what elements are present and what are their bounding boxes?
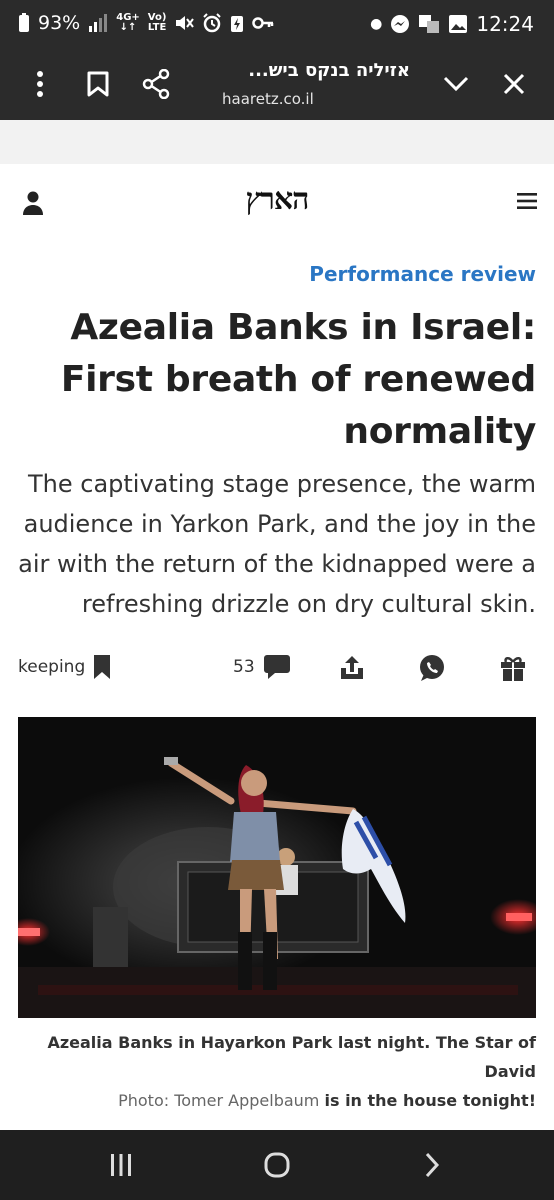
browser-toolbar: אזיליה בנקס ביש... haaretz.co.il (0, 50, 554, 120)
caption-text-line1: Azealia Banks in Hayarkon Park last nigh… (47, 1033, 536, 1081)
article-kicker[interactable]: Performance review (309, 262, 536, 286)
comment-icon (263, 655, 290, 679)
status-bar: 93% 4G+ ↓↑ Vo) LTE ● 12:24 (0, 0, 554, 50)
menu-button[interactable] (516, 192, 538, 214)
site-logo[interactable]: הארץ (227, 182, 327, 217)
user-icon (23, 191, 43, 215)
bookmark-icon (94, 655, 111, 679)
share-button[interactable] (136, 64, 176, 104)
volte-indicator: Vo) LTE (147, 12, 167, 33)
caption-text-line2: is in the house tonight! (324, 1091, 536, 1110)
article-photo[interactable] (18, 717, 536, 1018)
url-text[interactable]: haaretz.co.il (222, 90, 314, 108)
battery-icon (18, 13, 30, 33)
ad-placeholder-band (0, 120, 554, 164)
close-icon (503, 73, 525, 95)
battery-saver-icon (230, 13, 244, 33)
bookmark-icon (87, 71, 109, 97)
chevron-down-icon (443, 76, 469, 92)
home-button[interactable] (257, 1148, 297, 1182)
gift-article-button[interactable] (500, 654, 526, 682)
share-icon (341, 656, 363, 679)
system-nav-bar (0, 1130, 554, 1200)
recent-apps-icon (111, 1154, 131, 1176)
comments-button[interactable]: 53 (233, 654, 291, 680)
article-toolbar: keeping 53 (0, 650, 554, 694)
translate-icon (418, 14, 440, 34)
gift-icon (501, 657, 525, 681)
more-options-button[interactable] (20, 64, 60, 104)
back-button[interactable] (412, 1148, 452, 1182)
home-icon (264, 1152, 290, 1178)
close-tab-button[interactable] (494, 64, 534, 104)
bookmark-button[interactable] (78, 64, 118, 104)
signal-icon (88, 14, 108, 32)
status-right: ● 12:24 (370, 12, 534, 36)
mute-icon (174, 14, 195, 32)
battery-percent: 93% (38, 12, 81, 34)
site-header: הארץ (0, 164, 554, 240)
network-type: 4G+ ↓↑ (116, 12, 140, 33)
share-article-button[interactable] (338, 654, 366, 682)
alarm-icon (202, 13, 222, 33)
status-left: 93% 4G+ ↓↑ Vo) LTE (18, 12, 274, 34)
user-account-button[interactable] (20, 190, 46, 220)
key-icon (252, 16, 274, 30)
whatsapp-share-button[interactable] (418, 654, 446, 682)
tab-title: אזיליה בנקס ביש... (248, 60, 410, 81)
clock: 12:24 (476, 12, 534, 36)
more-icon (37, 71, 43, 97)
gallery-icon (448, 14, 468, 34)
minimize-tab-button[interactable] (436, 64, 476, 104)
share-icon (142, 69, 170, 99)
photo-credit: Photo: Tomer Appelbaum (118, 1091, 320, 1110)
article-subhead: The captivating stage presence, the warm… (18, 470, 536, 618)
article-headline: Azealia Banks in Israel: First breath of… (60, 307, 536, 452)
hamburger-icon (517, 193, 537, 209)
dot-icon: ● (370, 16, 383, 32)
messenger-icon (390, 14, 410, 34)
photo-caption: Azealia Banks in Hayarkon Park last nigh… (6, 1028, 536, 1115)
comments-count: 53 (233, 657, 255, 677)
recent-apps-button[interactable] (101, 1148, 141, 1182)
whatsapp-icon (420, 655, 444, 681)
save-article-button[interactable]: keeping (18, 654, 111, 680)
save-label: keeping (18, 657, 86, 677)
concert-photo-illustration (18, 717, 536, 1018)
back-icon (425, 1152, 440, 1178)
